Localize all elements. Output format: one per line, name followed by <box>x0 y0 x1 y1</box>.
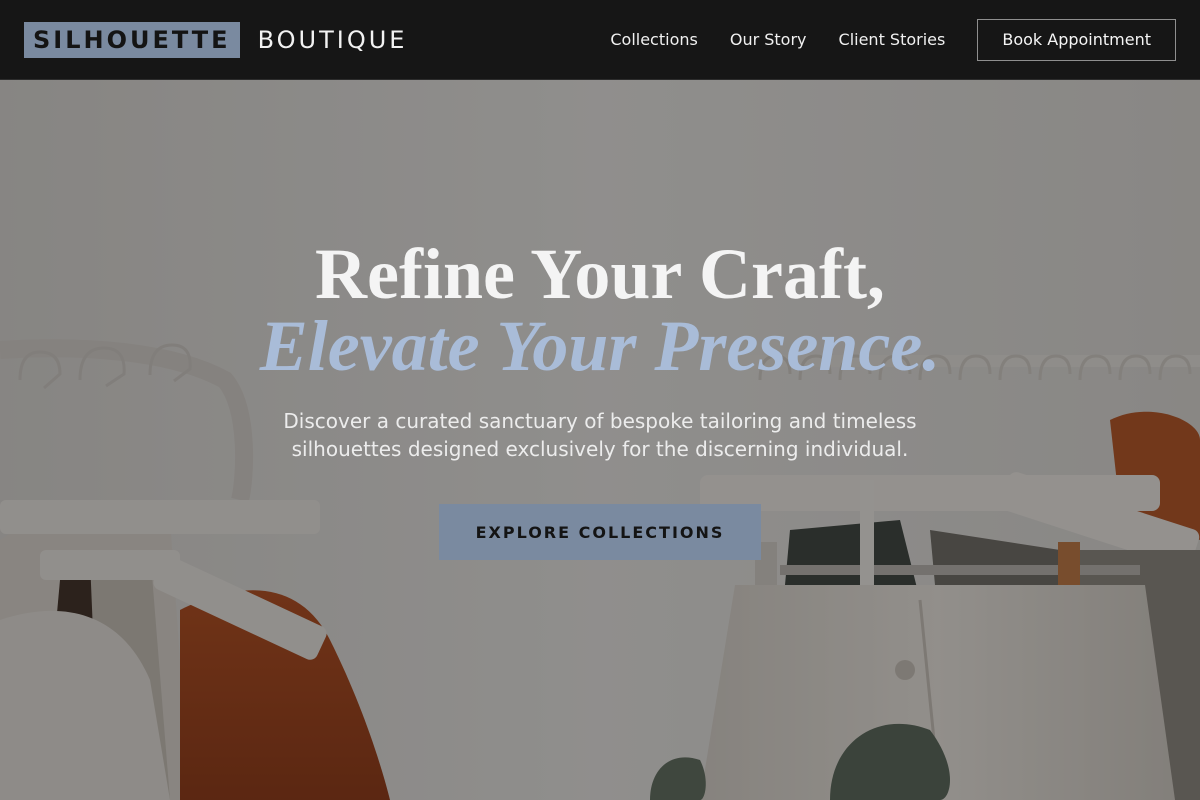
book-appointment-button[interactable]: Book Appointment <box>977 18 1176 61</box>
brand-logo[interactable]: SILHOUETTE BOUTIQUE <box>24 21 408 58</box>
hero-subtitle-line-2: silhouettes designed exclusively for the… <box>291 437 909 461</box>
nav-link-client-stories[interactable]: Client Stories <box>839 30 946 49</box>
hero-section: Refine Your Craft, Elevate Your Presence… <box>0 80 1200 800</box>
hero-title: Refine Your Craft, Elevate Your Presence… <box>0 238 1200 382</box>
hero-title-line-2: Elevate Your Presence. <box>259 306 941 386</box>
main-nav: Collections Our Story Client Stories Boo… <box>610 18 1176 61</box>
hero-title-line-1: Refine Your Craft, <box>315 234 885 314</box>
brand-name-primary: SILHOUETTE <box>24 21 240 58</box>
nav-link-collections[interactable]: Collections <box>610 30 697 49</box>
hero-subtitle: Discover a curated sanctuary of bespoke … <box>270 407 930 463</box>
brand-name-secondary: BOUTIQUE <box>257 25 408 54</box>
hero-subtitle-line-1: Discover a curated sanctuary of bespoke … <box>283 409 917 433</box>
site-header: SILHOUETTE BOUTIQUE Collections Our Stor… <box>0 0 1200 80</box>
explore-collections-button[interactable]: EXPLORE COLLECTIONS <box>439 504 761 560</box>
hero-content: Refine Your Craft, Elevate Your Presence… <box>0 80 1200 800</box>
nav-link-our-story[interactable]: Our Story <box>730 30 807 49</box>
